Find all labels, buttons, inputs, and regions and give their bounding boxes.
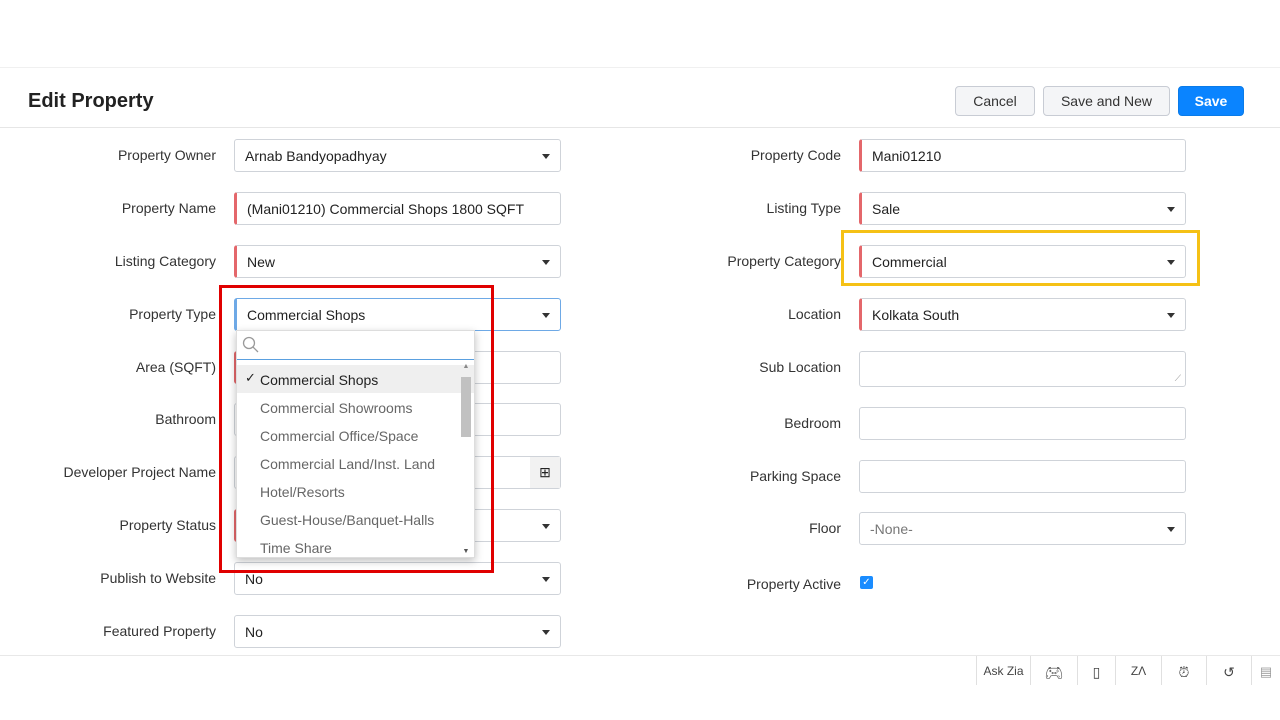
option-label: Commercial Shops <box>260 372 379 388</box>
search-icon <box>242 336 259 353</box>
property-active-checkbox[interactable]: ✓ <box>860 576 873 589</box>
developer-project-name-label: Developer Project Name <box>63 464 216 480</box>
dropdown-search-input[interactable] <box>237 331 474 360</box>
property-type-dropdown: ✓ Commercial Shops Commercial Showrooms Com… <box>236 330 475 558</box>
property-active-label: Property Active <box>746 576 841 592</box>
resize-handle-icon[interactable]: ⟋ <box>1175 373 1181 384</box>
option-label: Commercial Showrooms <box>260 400 413 416</box>
floor-label: Floor <box>809 520 841 536</box>
property-owner-select[interactable]: Arnab Bandyopadhyay <box>234 139 561 172</box>
listing-type-select[interactable]: Sale <box>859 192 1186 225</box>
sub-location-input[interactable]: ⟋ <box>859 351 1186 387</box>
publish-to-website-label: Publish to Website <box>100 570 216 586</box>
caret-down-icon <box>542 524 550 529</box>
listing-type-value: Sale <box>872 201 901 217</box>
property-category-label: Property Category <box>727 253 841 269</box>
area-sqft-label: Area (SQFT) <box>135 359 216 375</box>
caret-down-icon <box>542 577 550 582</box>
notes-icon[interactable]: ▯ <box>1077 656 1115 685</box>
check-icon: ✓ <box>245 370 256 385</box>
dropdown-option[interactable]: ✓ Commercial Shops <box>237 365 474 393</box>
zia-icon[interactable]: ZΛ <box>1115 656 1161 685</box>
option-label: Time Share <box>260 540 332 556</box>
location-label: Location <box>788 306 841 322</box>
property-type-label: Property Type <box>129 306 216 322</box>
listing-category-value: New <box>247 254 276 270</box>
bedroom-input[interactable] <box>859 407 1186 440</box>
dropdown-scrollbar[interactable]: ▲ ▼ <box>460 363 472 555</box>
highlight-yellow-box <box>841 230 1200 286</box>
option-label: Hotel/Resorts <box>260 484 345 500</box>
property-name-value: (Mani01210) Commercial Shops 1800 SQFT <box>247 201 525 217</box>
sub-location-label: Sub Location <box>759 359 841 375</box>
footer-bar: Ask Zia 🎮︎ ▯ ZΛ ⏰︎ ↺ ▤ <box>0 655 1280 720</box>
parking-space-input[interactable] <box>859 460 1186 493</box>
option-label: Commercial Office/Space <box>260 428 419 444</box>
property-name-input[interactable]: (Mani01210) Commercial Shops 1800 SQFT <box>234 192 561 225</box>
dropdown-option[interactable]: Commercial Showrooms <box>237 393 474 421</box>
top-bar <box>0 0 1280 68</box>
featured-property-select[interactable]: No <box>234 615 561 648</box>
dropdown-option[interactable]: Commercial Land/Inst. Land <box>237 449 474 477</box>
publish-to-website-value: No <box>245 571 263 587</box>
location-select[interactable]: Kolkata South <box>859 298 1186 331</box>
page-title: Edit Property <box>28 90 154 112</box>
save-and-new-button[interactable]: Save and New <box>1043 86 1170 116</box>
property-name-label: Property Name <box>121 200 216 216</box>
featured-property-label: Featured Property <box>103 623 216 639</box>
option-label: Guest-House/Banquet-Halls <box>260 512 435 528</box>
dropdown-option[interactable]: Commercial Office/Space <box>237 421 474 449</box>
parking-space-label: Parking Space <box>749 468 841 484</box>
caret-down-icon <box>542 313 550 318</box>
save-button[interactable]: Save <box>1178 86 1244 116</box>
caret-down-icon <box>1167 207 1175 212</box>
dropdown-option[interactable]: Guest-House/Banquet-Halls <box>237 505 474 533</box>
property-status-label: Property Status <box>119 517 217 533</box>
property-code-input[interactable]: Mani01210 <box>859 139 1186 172</box>
bedroom-label: Bedroom <box>784 415 841 431</box>
floor-value: -None- <box>870 521 913 537</box>
listing-category-label: Listing Category <box>114 253 216 269</box>
location-value: Kolkata South <box>872 307 960 323</box>
gamepad-icon[interactable]: 🎮︎ <box>1030 656 1077 685</box>
bathroom-label: Bathroom <box>155 411 216 427</box>
trash-icon[interactable]: ▤ <box>1251 656 1280 685</box>
property-owner-value: Arnab Bandyopadhyay <box>245 148 387 164</box>
ask-zia-button[interactable]: Ask Zia <box>976 656 1030 685</box>
caret-down-icon <box>1167 313 1175 318</box>
option-label: Commercial Land/Inst. Land <box>260 456 436 472</box>
caret-down-icon <box>542 630 550 635</box>
dropdown-option[interactable]: Hotel/Resorts <box>237 477 474 505</box>
property-code-value: Mani01210 <box>872 148 942 164</box>
listing-category-select[interactable]: New <box>234 245 561 278</box>
lookup-icon[interactable]: ⊞ <box>530 457 560 488</box>
caret-down-icon <box>542 260 550 265</box>
property-owner-label: Property Owner <box>117 147 216 163</box>
caret-down-icon <box>542 154 550 159</box>
dropdown-option[interactable]: Time Share <box>237 533 474 561</box>
listing-type-label: Listing Type <box>766 200 841 216</box>
cancel-button[interactable]: Cancel <box>955 86 1035 116</box>
featured-property-value: No <box>245 624 263 640</box>
caret-down-icon <box>1167 527 1175 532</box>
alarm-icon[interactable]: ⏰︎ <box>1161 656 1206 685</box>
history-icon[interactable]: ↺ <box>1206 656 1251 685</box>
page-header: Edit Property Cancel Save and New Save <box>0 68 1280 128</box>
floor-select[interactable]: -None- <box>859 512 1186 545</box>
property-code-label: Property Code <box>750 147 841 163</box>
